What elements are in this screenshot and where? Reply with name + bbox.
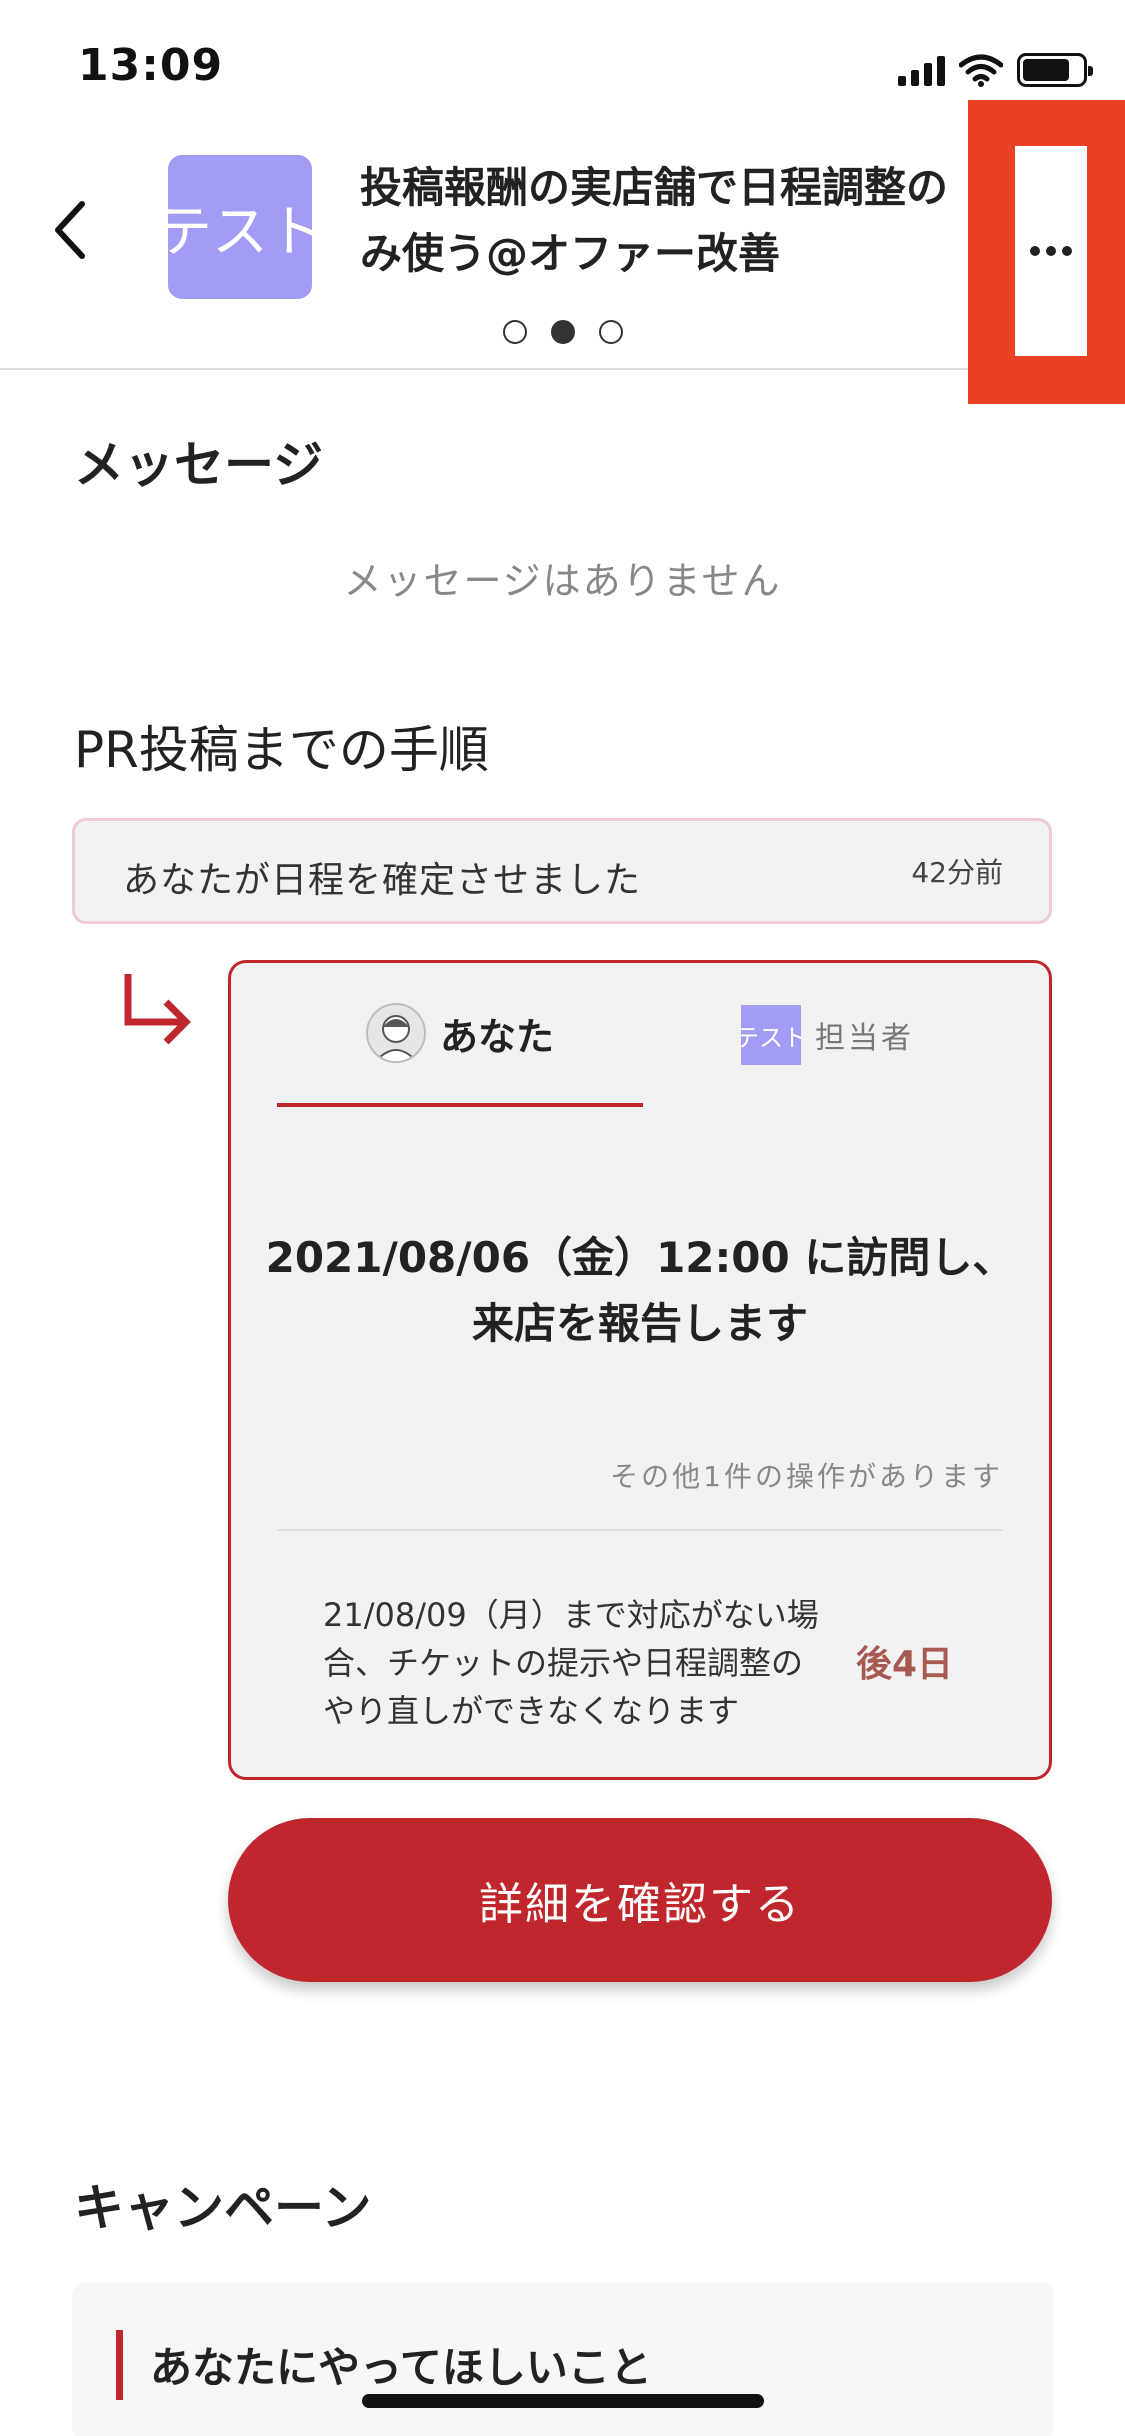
- step-description-line1: 2021/08/06（金）12:00 に訪問し、: [265, 1233, 1015, 1282]
- campaign-card[interactable]: あなたにやってほしいこと: [72, 2282, 1054, 2436]
- steps-title: PR投稿までの手順: [74, 721, 489, 779]
- wifi-icon: [959, 54, 1003, 87]
- more-button[interactable]: [1015, 146, 1087, 356]
- tab-you-label: あなた: [439, 1014, 554, 1059]
- completed-step-time: 42分前: [911, 856, 1003, 889]
- status-bar: 13:09: [0, 0, 1125, 140]
- step-description-line2: 来店を報告します: [471, 1299, 808, 1348]
- shop-thumbnail[interactable]: テスト: [168, 155, 312, 299]
- home-indicator[interactable]: [362, 2394, 764, 2408]
- battery-icon: [1017, 53, 1093, 87]
- confirm-details-button[interactable]: 詳細を確認する: [228, 1818, 1052, 1982]
- campaign-card-text: あなたにやってほしいこと: [150, 2343, 652, 2392]
- completed-step-text: あなたが日程を確定させました: [123, 860, 642, 901]
- step-description: 2021/08/06（金）12:00 に訪問し、 来店を報告します: [231, 1225, 1049, 1357]
- cellular-signal-icon: [898, 54, 945, 86]
- completed-step[interactable]: あなたが日程を確定させました 42分前: [72, 818, 1052, 924]
- header: テスト 投稿報酬の実店舗で日程調整の み使う@オファー改善: [0, 140, 1125, 370]
- page-indicator: [0, 320, 1125, 344]
- page-dot-active[interactable]: [550, 320, 575, 344]
- campaign-accent-bar: [116, 2330, 123, 2400]
- page-dot[interactable]: [598, 320, 623, 344]
- arrow-down-right-icon: [124, 974, 191, 1045]
- campaign-title: キャンペーン: [74, 2179, 372, 2237]
- divider: [277, 1529, 1003, 1531]
- tab-you[interactable]: あなた: [277, 963, 643, 1107]
- tab-staff-label: 担当者: [815, 1021, 914, 1056]
- page-title: 投稿報酬の実店舗で日程調整の み使う@オファー改善: [360, 163, 949, 278]
- current-step-card: あなた テスト 担当者 2021/08/06（金）12:00 に訪問し、 来店を…: [228, 960, 1052, 1780]
- remaining-days: 後4日: [855, 1644, 953, 1685]
- deadline-text: 21/08/09（月）まで対応がない場 合、チケットの提示や日程調整の やり直し…: [323, 1596, 819, 1730]
- status-icons: [898, 50, 1093, 90]
- back-button[interactable]: [40, 190, 100, 270]
- messages-title: メッセージ: [74, 436, 323, 494]
- page-dot[interactable]: [502, 320, 527, 344]
- status-time: 13:09: [78, 40, 224, 91]
- staff-thumbnail: テスト: [741, 1005, 801, 1065]
- other-actions-text: その他1件の操作があります: [610, 1460, 1003, 1493]
- back-icon: [55, 201, 85, 259]
- messages-empty-text: メッセージはありません: [343, 559, 782, 603]
- more-icon: [1030, 246, 1072, 256]
- avatar-icon: [365, 1003, 426, 1063]
- tab-staff[interactable]: テスト 担当者: [741, 1005, 914, 1065]
